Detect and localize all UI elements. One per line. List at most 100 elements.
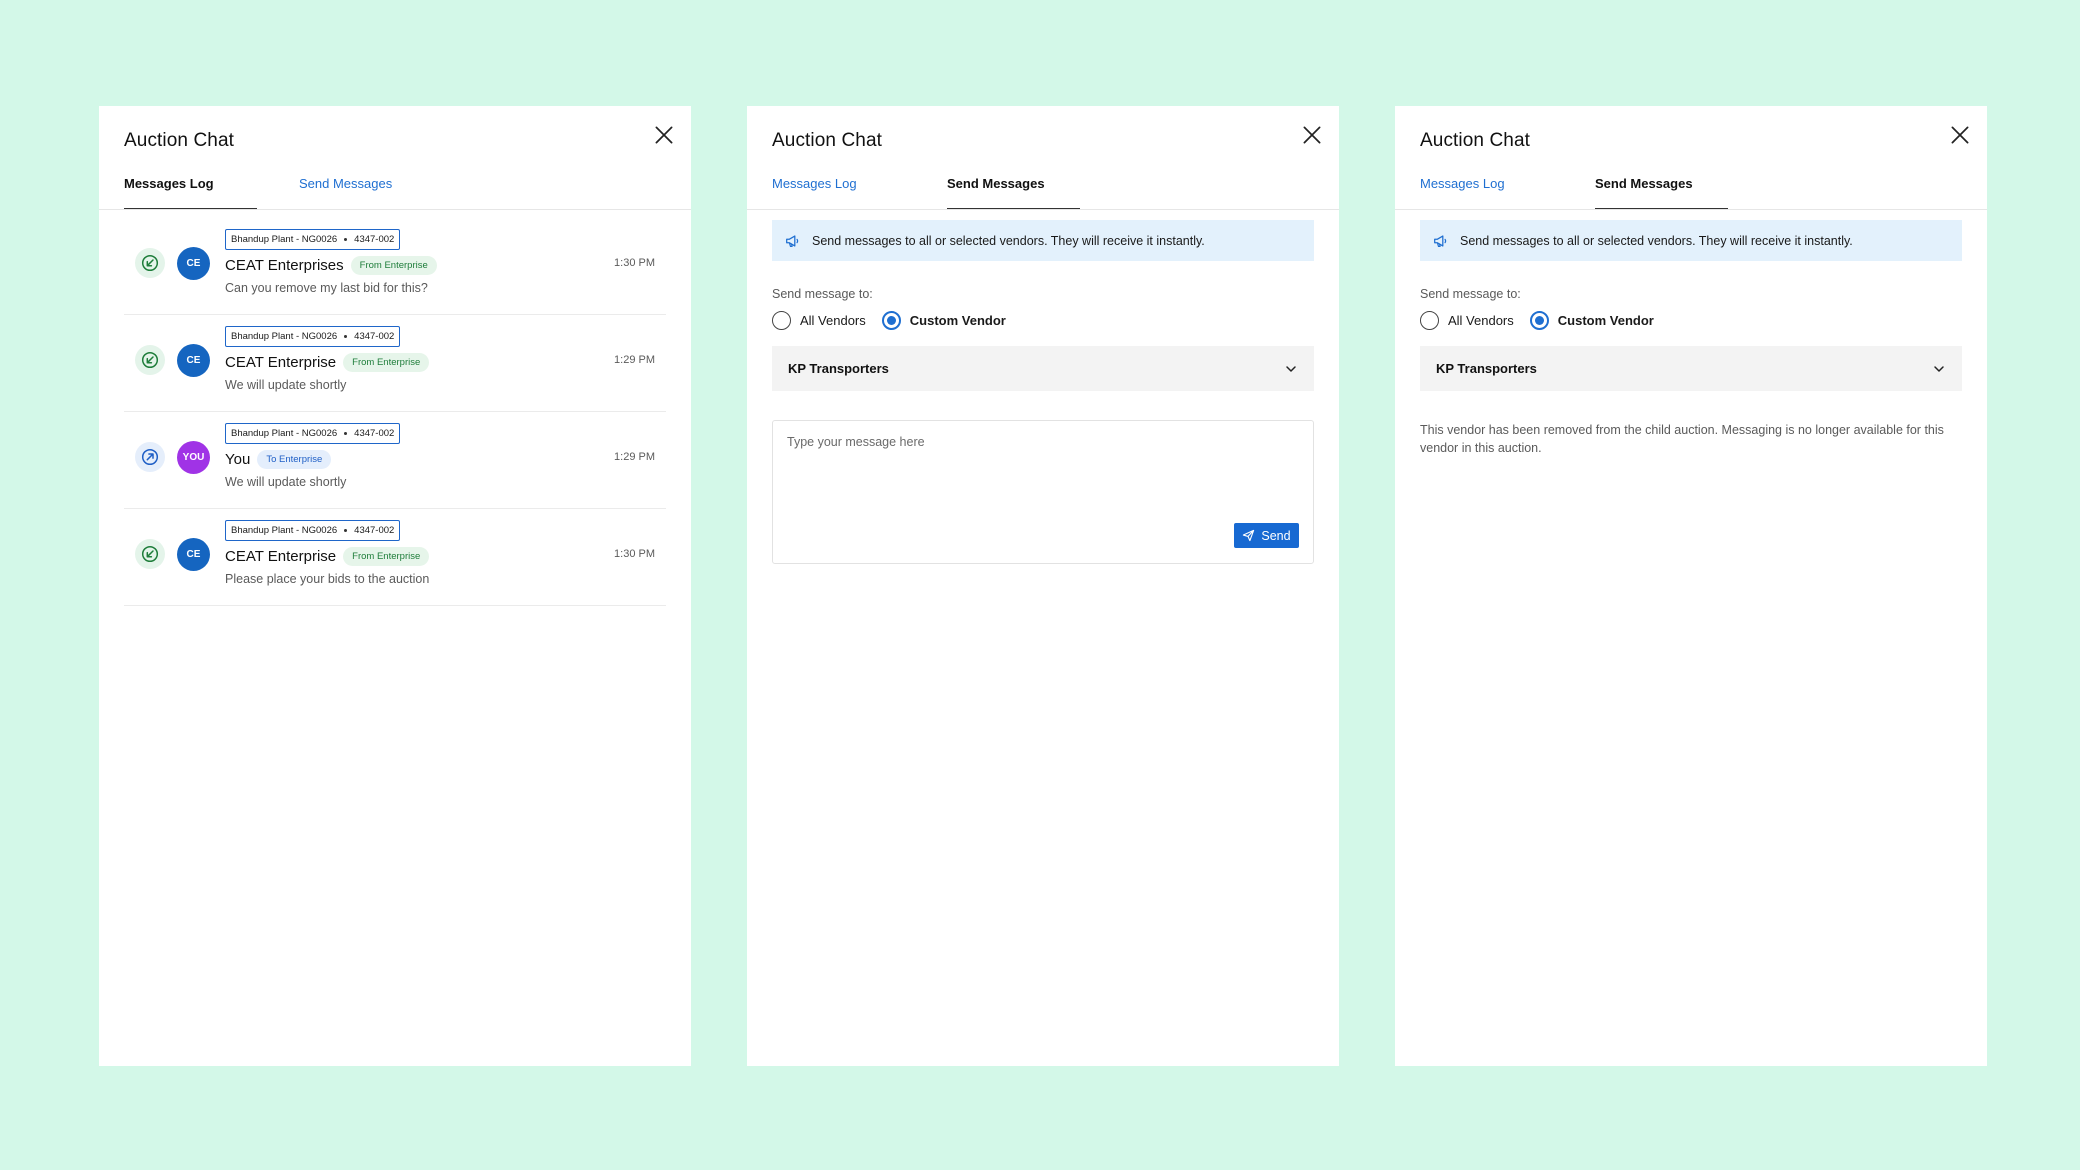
message-time: 1:29 PM [614,451,655,463]
radio-circle-checked[interactable] [881,311,901,330]
vendor-select[interactable]: KP Transporters [772,346,1314,391]
radio-all-vendors[interactable]: All Vendors [1420,311,1514,330]
chevron-down-icon [1932,362,1946,376]
sender-row: CEAT Enterprise From Enterprise [225,353,430,372]
messages-list: CE Bhandup Plant - NG0026 4347-002 CEAT E… [124,218,666,606]
radio-circle[interactable] [1420,311,1439,330]
separator-dot [344,335,348,338]
sender-name: CEAT Enterprises [225,257,344,274]
auction-ref-number: 4347-002 [354,234,395,245]
radio-label: Custom Vendor [1557,313,1654,328]
panel-title: Auction Chat [124,130,234,151]
direction-badge: From Enterprise [343,547,430,566]
message-time: 1:29 PM [614,354,655,366]
auction-ref-number: 4347-002 [354,331,395,342]
info-banner-text: Send messages to all or selected vendors… [1460,233,1853,248]
tab-send-messages[interactable]: Send Messages [1595,176,1728,209]
sender-row: CEAT Enterprise From Enterprise [225,547,430,566]
message-time: 1:30 PM [614,257,655,269]
info-banner: Send messages to all or selected vendors… [1420,220,1962,261]
send-to-label: Send message to: [772,287,873,301]
radio-circle[interactable] [772,311,791,330]
sender-row: You To Enterprise [225,450,332,469]
direction-badge: From Enterprise [343,353,430,372]
avatar: CE [177,344,210,377]
incoming-arrow-icon [135,248,165,278]
tab-bar: Messages Log Send Messages [99,168,691,210]
plant-label: Bhandup Plant - NG0026 [231,428,338,439]
outgoing-arrow-icon [135,442,165,472]
radio-custom-vendor[interactable]: Custom Vendor [1529,311,1654,330]
close-icon[interactable] [1947,122,1973,148]
panel-title: Auction Chat [1420,130,1530,151]
auction-chat-panel-send-messages: Auction Chat Messages Log Send Messages … [747,106,1339,1066]
auction-chat-panel-vendor-removed: Auction Chat Messages Log Send Messages … [1395,106,1987,1066]
auction-ref-number: 4347-002 [354,525,395,536]
message-input[interactable] [787,435,1287,449]
chevron-down-icon [1284,362,1298,376]
radio-label: Custom Vendor [909,313,1006,328]
sender-row: CEAT Enterprises From Enterprise [225,256,437,275]
message-item[interactable]: CE Bhandup Plant - NG0026 4347-002 CEAT E… [124,315,666,412]
message-text: We will update shortly [225,378,347,392]
message-time: 1:30 PM [614,548,655,560]
send-to-label: Send message to: [1420,287,1521,301]
vendor-select-value: KP Transporters [788,361,889,376]
message-composer: Send [772,420,1314,564]
plant-label: Bhandup Plant - NG0026 [231,234,338,245]
auction-chat-panel-messages-log: Auction Chat Messages Log Send Messages … [99,106,691,1066]
radio-custom-vendor[interactable]: Custom Vendor [881,311,1006,330]
tab-send-messages[interactable]: Send Messages [299,176,432,209]
vendor-select-value: KP Transporters [1436,361,1537,376]
radio-all-vendors[interactable]: All Vendors [772,311,866,330]
megaphone-icon [786,234,799,247]
info-banner: Send messages to all or selected vendors… [772,220,1314,261]
sender-name: CEAT Enterprise [225,548,337,565]
send-icon [1243,529,1255,542]
message-text: Please place your bids to the auction [225,572,430,586]
plant-label: Bhandup Plant - NG0026 [231,525,338,536]
vendor-select[interactable]: KP Transporters [1420,346,1962,391]
vendor-removed-note: This vendor has been removed from the ch… [1420,423,1944,455]
incoming-arrow-icon [135,539,165,569]
auction-ref-tag: Bhandup Plant - NG0026 4347-002 [225,229,401,250]
close-icon[interactable] [651,122,677,148]
direction-badge: To Enterprise [257,450,332,469]
radio-label: All Vendors [1448,313,1514,328]
avatar: CE [177,538,210,571]
message-text: We will update shortly [225,475,347,489]
message-item[interactable]: CE Bhandup Plant - NG0026 4347-002 CEAT E… [124,509,666,606]
panel-title: Auction Chat [772,130,882,151]
send-button-label: Send [1261,528,1291,543]
incoming-arrow-icon [135,345,165,375]
auction-ref-tag: Bhandup Plant - NG0026 4347-002 [225,326,401,347]
recipient-radio-group: All Vendors Custom Vendor [772,311,1022,330]
tab-bar: Messages Log Send Messages [1395,168,1987,210]
tab-messages-log[interactable]: Messages Log [124,176,257,209]
tab-messages-log[interactable]: Messages Log [772,176,905,209]
avatar: YOU [177,441,210,474]
auction-ref-number: 4347-002 [354,428,395,439]
send-button[interactable]: Send [1234,523,1299,548]
direction-badge: From Enterprise [350,256,437,275]
radio-label: All Vendors [800,313,866,328]
tab-messages-log[interactable]: Messages Log [1420,176,1553,209]
info-banner-text: Send messages to all or selected vendors… [812,233,1205,248]
radio-circle-checked[interactable] [1529,311,1549,330]
message-item[interactable]: YOU Bhandup Plant - NG0026 4347-002 You T… [124,412,666,509]
plant-label: Bhandup Plant - NG0026 [231,331,338,342]
auction-ref-tag: Bhandup Plant - NG0026 4347-002 [225,520,401,541]
megaphone-icon [1434,234,1447,247]
recipient-radio-group: All Vendors Custom Vendor [1420,311,1670,330]
separator-dot [344,238,348,241]
tab-send-messages[interactable]: Send Messages [947,176,1080,209]
auction-ref-tag: Bhandup Plant - NG0026 4347-002 [225,423,401,444]
message-text: Can you remove my last bid for this? [225,281,428,295]
separator-dot [344,529,348,532]
sender-name: You [225,451,251,468]
avatar: CE [177,247,210,280]
separator-dot [344,432,348,435]
tab-bar: Messages Log Send Messages [747,168,1339,210]
close-icon[interactable] [1299,122,1325,148]
message-item[interactable]: CE Bhandup Plant - NG0026 4347-002 CEAT E… [124,218,666,315]
